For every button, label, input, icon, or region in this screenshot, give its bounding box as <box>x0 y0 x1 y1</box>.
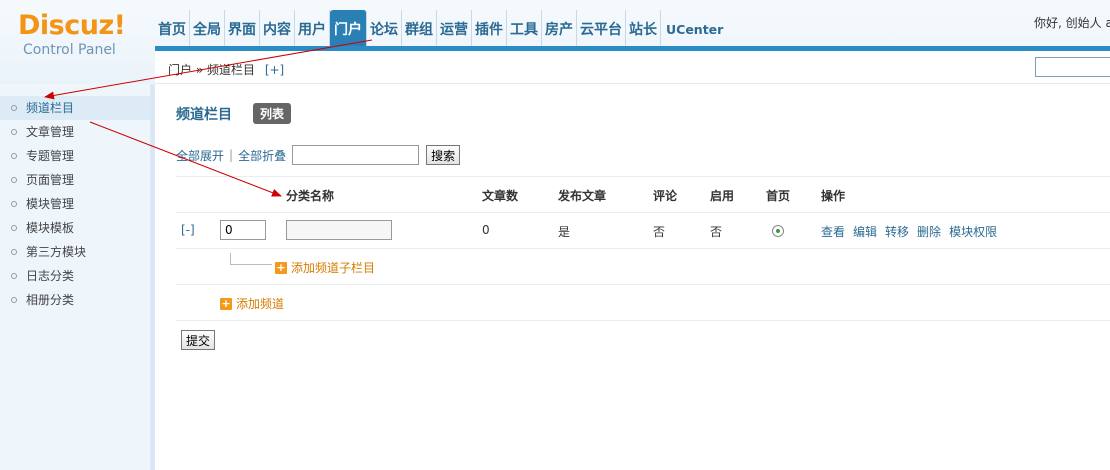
add-channel-link[interactable]: + 添加频道 <box>220 295 284 312</box>
sidebar-item-label: 页面管理 <box>26 173 75 187</box>
category-name-input[interactable] <box>286 220 392 240</box>
nav-operation[interactable]: 运营 <box>437 10 472 48</box>
nav-plugin[interactable]: 插件 <box>472 10 507 48</box>
publish-value: 是 <box>558 225 571 239</box>
article-count: 0 <box>482 223 490 237</box>
sidebar-item-pages[interactable]: 页面管理 <box>0 168 150 192</box>
nav-ucenter[interactable]: UCenter <box>661 10 728 48</box>
divider <box>176 248 1110 249</box>
sidebar-item-topics[interactable]: 专题管理 <box>0 144 150 168</box>
sidebar: 频道栏目 文章管理 专题管理 页面管理 模块管理 模块模板 第三方模块 日志分类… <box>0 84 155 470</box>
divider <box>176 212 1110 213</box>
sidebar-item-label: 模块模板 <box>26 221 75 235</box>
nav-group[interactable]: 群组 <box>402 10 437 48</box>
expand-all-link[interactable]: 全部展开 <box>176 147 224 164</box>
sidebar-item-label: 第三方模块 <box>26 245 87 259</box>
top-search-input[interactable] <box>1035 57 1110 77</box>
search-button[interactable]: 搜索 <box>426 145 461 165</box>
submit-button[interactable]: 提交 <box>181 330 216 350</box>
sidebar-item-blog-categories[interactable]: 日志分类 <box>0 264 150 288</box>
column-header-articles: 文章数 <box>482 189 519 203</box>
divider <box>176 284 1110 285</box>
logo-subtitle: Control Panel <box>23 42 116 58</box>
nav-forum[interactable]: 论坛 <box>367 10 402 48</box>
breadcrumb: 门户 » 频道栏目 [+] <box>168 61 284 78</box>
collapse-toggle[interactable]: [-] <box>181 223 195 237</box>
sidebar-item-label: 专题管理 <box>26 149 75 163</box>
sidebar-item-label: 相册分类 <box>26 293 75 307</box>
page-title: 频道栏目 <box>176 106 232 123</box>
nav-home[interactable]: 首页 <box>155 10 190 48</box>
add-shortcut-link[interactable]: [+] <box>265 63 284 77</box>
column-header-name: 分类名称 <box>286 189 335 203</box>
view-link[interactable]: 查看 <box>821 223 845 240</box>
bullet-icon <box>11 297 17 303</box>
collapse-all-link[interactable]: 全部折叠 <box>238 147 286 164</box>
comment-value: 否 <box>653 225 666 239</box>
nav-style[interactable]: 界面 <box>225 10 260 48</box>
bullet-icon <box>11 177 17 183</box>
sidebar-item-block-templates[interactable]: 模块模板 <box>0 216 150 240</box>
block-permission-link[interactable]: 模块权限 <box>949 223 997 240</box>
column-header-homepage: 首页 <box>766 189 791 203</box>
display-order-input[interactable] <box>220 220 266 240</box>
sidebar-item-third-party-blocks[interactable]: 第三方模块 <box>0 240 150 264</box>
search-input[interactable] <box>292 145 420 165</box>
nav-user[interactable]: 用户 <box>295 10 330 48</box>
bullet-icon <box>11 273 17 279</box>
bullet-icon <box>11 249 17 255</box>
page-title-row: 频道栏目 列表 <box>176 103 292 124</box>
add-channel-label: 添加频道 <box>236 297 285 311</box>
bullet-icon <box>11 225 17 231</box>
homepage-radio[interactable] <box>772 225 784 237</box>
plus-icon: + <box>275 260 287 274</box>
bullet-icon <box>11 201 17 207</box>
nav-tools[interactable]: 工具 <box>507 10 542 48</box>
nav-house[interactable]: 房产 <box>542 10 577 48</box>
nav-webmaster[interactable]: 站长 <box>626 10 661 48</box>
sidebar-item-label: 文章管理 <box>26 125 75 139</box>
nav-cloud[interactable]: 云平台 <box>577 10 626 48</box>
breadcrumb-path: 门户 » 频道栏目 <box>168 63 255 77</box>
plus-icon: + <box>220 296 232 310</box>
column-header-publish: 发布文章 <box>558 189 607 203</box>
logo[interactable]: Discuz! Control Panel <box>18 10 148 58</box>
logo-word: Discuz! <box>18 10 126 41</box>
sidebar-item-channel[interactable]: 频道栏目 <box>0 96 150 120</box>
sidebar-item-articles[interactable]: 文章管理 <box>0 120 150 144</box>
header: Discuz! Control Panel 首页 全局 界面 内容 用户 门户 … <box>0 0 1110 84</box>
sidebar-item-label: 频道栏目 <box>26 101 75 115</box>
delete-link[interactable]: 删除 <box>917 223 941 240</box>
sidebar-item-album-categories[interactable]: 相册分类 <box>0 288 150 312</box>
add-subchannel-link[interactable]: + 添加频道子栏目 <box>275 259 375 276</box>
column-header-actions: 操作 <box>821 189 846 203</box>
column-header-comment: 评论 <box>653 189 678 203</box>
bullet-icon <box>11 153 17 159</box>
tab-list[interactable]: 列表 <box>253 103 292 124</box>
column-header-enabled: 启用 <box>710 189 735 203</box>
top-nav: 首页 全局 界面 内容 用户 门户 论坛 群组 运营 插件 工具 房产 云平台 … <box>155 10 728 48</box>
divider <box>176 320 1110 321</box>
enabled-value: 否 <box>710 225 723 239</box>
main-content: 频道栏目 列表 全部展开 | 全部折叠 搜索 分类名称 文章数 发布文章 评论 … <box>160 84 1110 470</box>
edit-link[interactable]: 编辑 <box>853 223 877 240</box>
nav-global[interactable]: 全局 <box>190 10 225 48</box>
sidebar-item-blocks[interactable]: 模块管理 <box>0 192 150 216</box>
divider <box>176 176 1110 177</box>
toolbar-separator: | <box>229 148 234 162</box>
sidebar-item-label: 日志分类 <box>26 269 75 283</box>
bullet-icon <box>11 105 17 111</box>
breadcrumb-bar: 门户 » 频道栏目 [+] <box>155 51 1110 84</box>
add-subchannel-label: 添加频道子栏目 <box>291 261 376 275</box>
nav-portal[interactable]: 门户 <box>330 10 367 48</box>
bullet-icon <box>11 129 17 135</box>
tree-connector <box>230 253 272 265</box>
nav-content[interactable]: 内容 <box>260 10 295 48</box>
sidebar-item-label: 模块管理 <box>26 197 75 211</box>
move-link[interactable]: 转移 <box>885 223 909 240</box>
toolbar: 全部展开 | 全部折叠 搜索 <box>176 145 461 165</box>
row-actions: 查看 编辑 转移 删除 模块权限 <box>821 223 997 240</box>
user-greeting: 你好, 创始人 a <box>1034 16 1110 30</box>
